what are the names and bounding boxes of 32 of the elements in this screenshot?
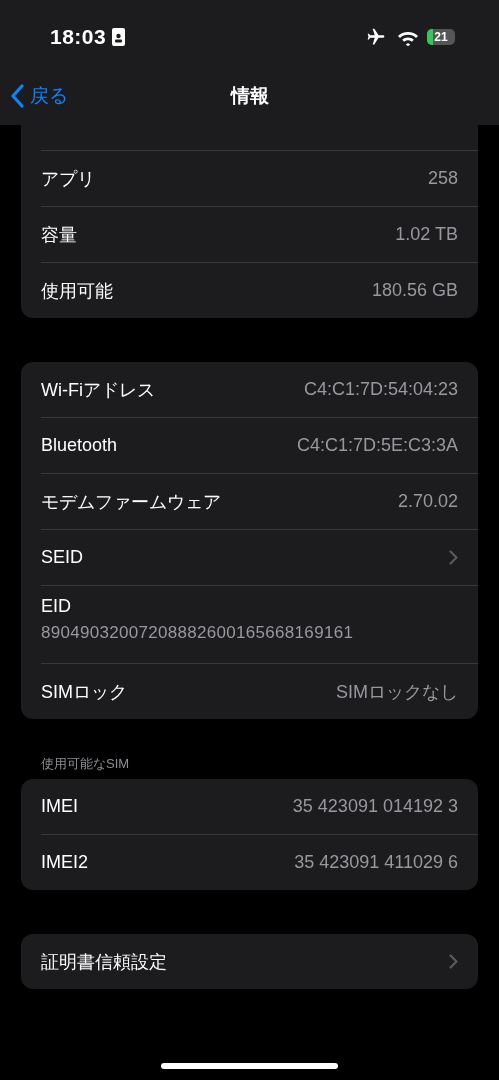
id-card-icon xyxy=(112,28,126,46)
row-label: EID xyxy=(41,596,72,617)
clock-time: 18:03 xyxy=(50,25,107,49)
row-label: IMEI2 xyxy=(41,852,89,873)
row-label: Bluetooth xyxy=(41,435,119,456)
chevron-icon xyxy=(449,954,458,969)
back-button[interactable]: 戻る xyxy=(10,74,68,118)
chevron-icon xyxy=(449,550,458,565)
airplane-icon xyxy=(365,27,387,47)
row-value: 35 423091 411029 6 xyxy=(294,852,458,873)
row-value: 180.56 GB xyxy=(371,280,458,301)
row-value: 35 423091 014192 3 xyxy=(292,796,458,817)
section-header: 使用可能なSIM xyxy=(41,755,131,771)
battery-icon: 21 xyxy=(427,29,455,45)
row-label: IMEI xyxy=(41,796,79,817)
settings-row[interactable]: 証明書信頼設定 xyxy=(41,934,478,989)
row-label: 容量 xyxy=(41,223,78,247)
row-value: 89049032007208882600165668169161 xyxy=(41,623,355,643)
row-value: C4:C1:7D:54:04:23 xyxy=(303,379,458,400)
row-label: SIMロック xyxy=(41,680,128,704)
row-label: モデムファームウェア xyxy=(41,490,222,514)
row-label: アプリ xyxy=(41,167,96,191)
back-chevron-icon xyxy=(10,84,24,108)
row-label: 使用可能 xyxy=(41,279,114,303)
row-value: 1.02 TB xyxy=(395,224,458,245)
settings-row[interactable]: SEID xyxy=(41,529,478,585)
row-value: SIMロックなし xyxy=(336,680,458,704)
row-value: 2.70.02 xyxy=(397,491,458,512)
row-value: C4:C1:7D:5E:C3:3A xyxy=(296,435,458,456)
page-title: 情報 xyxy=(230,84,269,108)
row-value: 258 xyxy=(427,168,458,189)
row-label: Wi-Fiアドレス xyxy=(41,378,156,402)
